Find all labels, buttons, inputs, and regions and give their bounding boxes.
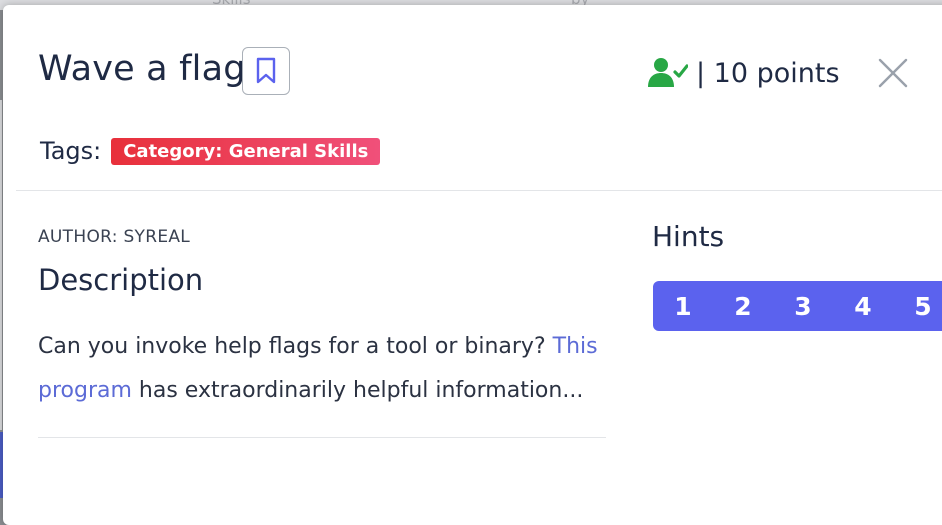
challenge-title: Wave a flag — [38, 49, 246, 89]
hint-button-5[interactable]: 5 — [893, 291, 942, 322]
description-heading: Description — [38, 263, 204, 297]
hint-button-1[interactable]: 1 — [653, 291, 713, 322]
hint-button-3[interactable]: 3 — [773, 291, 833, 322]
hint-button-2[interactable]: 2 — [713, 291, 773, 322]
close-button[interactable] — [875, 55, 911, 91]
author-label: AUTHOR: SYREAL — [38, 227, 191, 247]
background-stripe — [0, 100, 2, 430]
user-check-icon — [648, 58, 688, 87]
description-text: Can you invoke help flags for a tool or … — [38, 325, 613, 413]
hints-heading: Hints — [652, 220, 725, 253]
tags-label: Tags: — [40, 137, 102, 165]
close-icon — [878, 58, 908, 88]
description-divider — [38, 437, 606, 438]
category-tag[interactable]: Category: General Skills — [111, 137, 381, 165]
bookmark-icon — [256, 57, 276, 84]
challenge-modal: Wave a flag | 10 points Tags: Category: … — [3, 5, 942, 525]
tags-row: Tags: Category: General Skills — [40, 137, 381, 165]
points-text: | 10 points — [696, 57, 840, 89]
hints-tab-bar: 1 2 3 4 5 — [653, 281, 942, 331]
description-text-after: has extraordinarily helpful information.… — [131, 378, 584, 403]
bookmark-button[interactable] — [242, 47, 290, 95]
points-display: | 10 points — [648, 53, 840, 93]
description-text-before: Can you invoke help flags for a tool or … — [38, 334, 553, 359]
hint-button-4[interactable]: 4 — [833, 291, 893, 322]
modal-header: Wave a flag | 10 points Tags: Category: … — [3, 5, 938, 190]
header-divider — [16, 190, 942, 191]
